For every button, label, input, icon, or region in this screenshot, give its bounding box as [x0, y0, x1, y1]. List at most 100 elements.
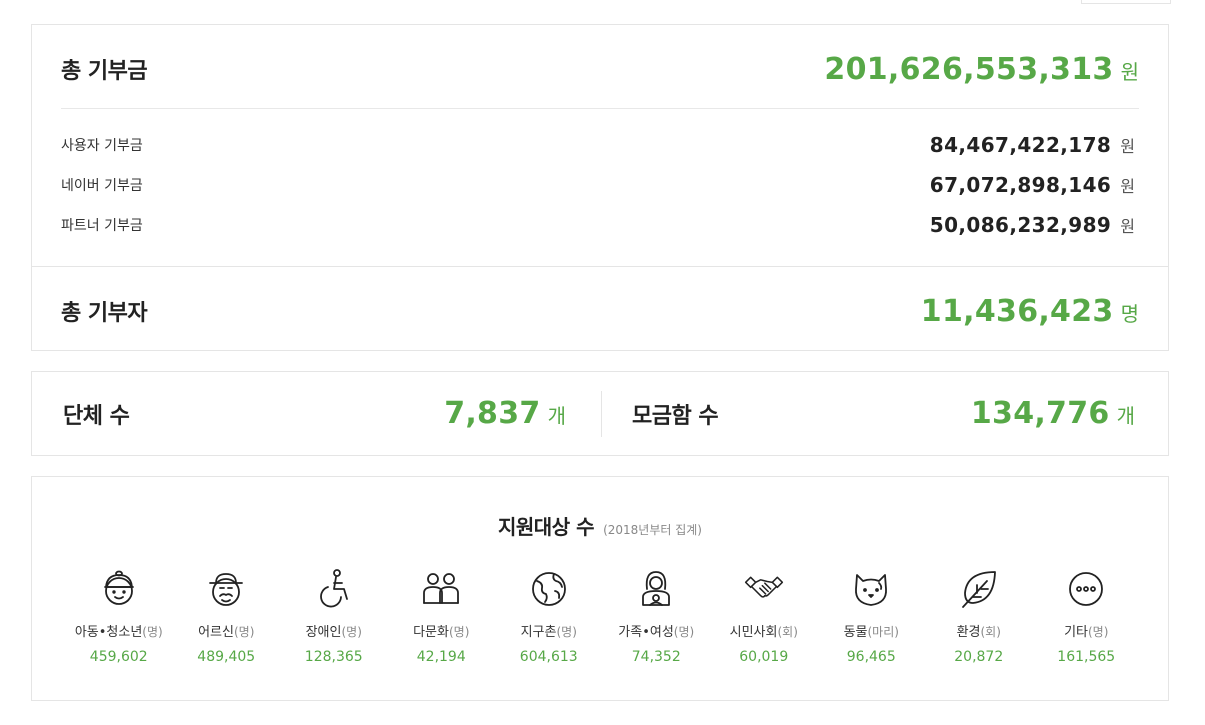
total-donation-row: 총 기부금 201,626,553,313 원 — [61, 51, 1139, 87]
fundraisers-amount: 134,776 개 — [971, 396, 1135, 431]
fundraisers-value: 134,776 — [970, 396, 1110, 431]
total-donation-unit: 원 — [1120, 59, 1139, 84]
total-donation-amount: 201,626,553,313 원 — [824, 52, 1139, 87]
category-value: 20,872 — [954, 649, 1004, 665]
category-child: 아동•청소년(명) 459,602 — [65, 567, 173, 665]
category-name: 지구촌 — [520, 625, 557, 640]
category-unit: (회) — [777, 625, 798, 639]
user-donation-unit: 원 — [1120, 137, 1135, 156]
more-icon — [1066, 567, 1106, 611]
animal-icon — [851, 567, 891, 611]
total-donors-label: 총 기부자 — [61, 301, 148, 326]
category-unit: (명) — [556, 625, 577, 639]
fundraisers-stat: 모금함 수 134,776 개 — [632, 372, 1135, 455]
user-donation-value: 84,467,422,178 — [929, 133, 1112, 157]
category-value: 42,194 — [416, 649, 466, 665]
category-name: 가족•여성 — [618, 625, 674, 640]
category-name: 동물 — [843, 625, 868, 640]
category-label: 기타(명) — [1064, 621, 1108, 640]
category-value: 161,565 — [1057, 649, 1116, 665]
naver-donation-amount: 67,072,898,146 원 — [930, 173, 1135, 197]
support-targets-heading: 지원대상 수 (2018년부터 집계) — [32, 511, 1168, 540]
support-targets-panel: 지원대상 수 (2018년부터 집계) 아동•청소년(명) 459,602 어르… — [31, 476, 1169, 701]
organizations-label: 단체 수 — [63, 403, 130, 429]
partner-donation-unit: 원 — [1120, 217, 1135, 236]
category-unit: (명) — [1088, 625, 1109, 639]
category-label: 시민사회(회) — [730, 621, 798, 640]
organizations-amount: 7,837 개 — [444, 396, 566, 431]
category-name: 다문화 — [413, 625, 449, 640]
naver-donation-row: 네이버 기부금 67,072,898,146 원 — [61, 173, 1135, 197]
total-donors-amount: 11,436,423 명 — [921, 294, 1139, 329]
support-targets-note: (2018년부터 집계) — [603, 523, 702, 537]
elderly-icon — [206, 567, 246, 611]
total-donation-label: 총 기부금 — [61, 59, 148, 84]
partner-donation-amount: 50,086,232,989 원 — [930, 213, 1135, 237]
naver-donation-unit: 원 — [1120, 177, 1135, 196]
multicultural-icon — [421, 567, 461, 611]
category-civil-society: 시민사회(회) 60,019 — [710, 567, 818, 665]
category-label: 아동•청소년(명) — [75, 621, 163, 640]
top-tab-stub — [1081, 0, 1171, 4]
category-elderly: 어르신(명) 489,405 — [173, 567, 281, 665]
category-unit: (명) — [673, 625, 695, 639]
fundraisers-label: 모금함 수 — [632, 403, 719, 429]
category-name: 아동•청소년 — [74, 625, 143, 640]
category-value: 60,019 — [739, 649, 789, 665]
category-unit: (회) — [980, 625, 1001, 639]
leaf-icon — [959, 567, 999, 611]
category-animal: 동물(마리) 96,465 — [818, 567, 926, 665]
user-donation-label: 사용자 기부금 — [61, 138, 143, 154]
total-donation-value: 201,626,553,313 — [824, 51, 1114, 87]
category-unit: (명) — [142, 625, 163, 639]
org-fundraiser-panel: 단체 수 7,837 개 모금함 수 134,776 개 — [31, 371, 1169, 456]
category-label: 어르신(명) — [198, 621, 254, 640]
family-woman-icon — [636, 567, 676, 611]
category-name: 어르신 — [198, 625, 234, 640]
partner-donation-row: 파트너 기부금 50,086,232,989 원 — [61, 213, 1135, 237]
category-value: 604,613 — [519, 649, 578, 665]
support-categories: 아동•청소년(명) 459,602 어르신(명) 489,405 장애인(명) … — [65, 567, 1140, 665]
category-value: 459,602 — [89, 649, 148, 665]
organizations-unit: 개 — [547, 404, 566, 428]
total-donors-row: 총 기부자 11,436,423 명 — [61, 293, 1139, 329]
category-value: 128,365 — [304, 649, 363, 665]
category-value: 96,465 — [846, 649, 896, 665]
category-family-woman: 가족•여성(명) 74,352 — [603, 567, 711, 665]
divider — [32, 266, 1168, 267]
category-name: 시민사회 — [729, 625, 778, 640]
total-donors-unit: 명 — [1120, 301, 1139, 326]
category-label: 환경(회) — [957, 621, 1001, 640]
category-unit: (명) — [448, 625, 470, 639]
category-label: 장애인(명) — [306, 621, 362, 640]
category-value: 74,352 — [631, 649, 681, 665]
category-multicultural: 다문화(명) 42,194 — [388, 567, 496, 665]
total-donors-value: 11,436,423 — [920, 293, 1114, 329]
user-donation-row: 사용자 기부금 84,467,422,178 원 — [61, 133, 1135, 157]
category-name: 장애인 — [305, 625, 342, 640]
category-name: 기타 — [1064, 625, 1088, 640]
donation-summary-panel: 총 기부금 201,626,553,313 원 사용자 기부금 84,467,4… — [31, 24, 1169, 351]
category-label: 지구촌(명) — [521, 621, 577, 640]
child-icon — [99, 567, 139, 611]
organizations-stat: 단체 수 7,837 개 — [63, 372, 566, 455]
category-value: 489,405 — [197, 649, 256, 665]
category-environment: 환경(회) 20,872 — [925, 567, 1033, 665]
organizations-value: 7,837 — [444, 396, 541, 431]
user-donation-amount: 84,467,422,178 원 — [930, 133, 1135, 157]
partner-donation-label: 파트너 기부금 — [61, 218, 143, 234]
category-label: 다문화(명) — [413, 621, 469, 640]
vertical-divider — [601, 391, 602, 437]
category-name: 환경 — [956, 625, 981, 640]
divider — [61, 108, 1139, 109]
partner-donation-value: 50,086,232,989 — [929, 213, 1112, 237]
category-global: 지구촌(명) 604,613 — [495, 567, 603, 665]
naver-donation-label: 네이버 기부금 — [61, 178, 143, 194]
category-unit: (마리) — [867, 625, 899, 639]
category-disabled: 장애인(명) 128,365 — [280, 567, 388, 665]
category-unit: (명) — [233, 625, 255, 639]
category-label: 가족•여성(명) — [618, 621, 694, 640]
category-other: 기타(명) 161,565 — [1033, 567, 1141, 665]
globe-icon — [529, 567, 569, 611]
support-targets-title: 지원대상 수 — [498, 515, 594, 539]
